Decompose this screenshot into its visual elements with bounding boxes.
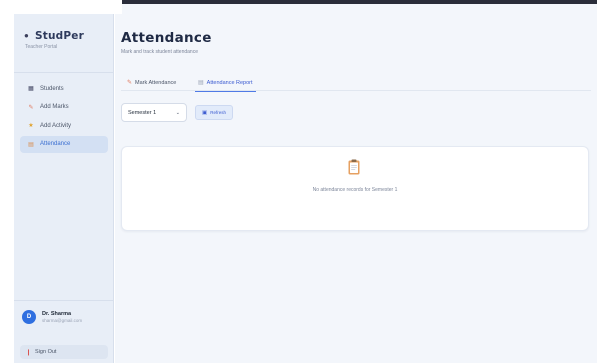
tab-attendance-report[interactable]: ▤ Attendance Report xyxy=(195,76,256,92)
avatar: D xyxy=(22,310,36,324)
sidebar-item-label: Attendance xyxy=(40,141,71,147)
brand-title: StudPer xyxy=(35,30,84,42)
brand-subtitle: Teacher Portal xyxy=(25,44,58,50)
sign-out-label: Sign Out xyxy=(35,349,57,355)
brand[interactable]: ● StudPer Teacher Portal xyxy=(24,30,84,50)
trophy-icon: ★ xyxy=(28,123,34,129)
clipboard-icon: ▤ xyxy=(198,80,204,86)
logout-icon: ❙ xyxy=(26,349,32,356)
sidebar-item-add-activity[interactable]: ★ Add Activity xyxy=(20,117,108,134)
pencil-icon: ✎ xyxy=(28,104,34,111)
graduation-cap-icon: ● xyxy=(24,31,29,40)
tab-bar: ✎ Mark Attendance ▤ Attendance Report xyxy=(121,74,591,92)
divider xyxy=(14,72,114,73)
user-profile[interactable]: D Dr. Sharma sharma@gmail.com xyxy=(22,310,82,324)
sidebar-item-label: Students xyxy=(40,85,64,92)
refresh-button[interactable]: ▣ Refresh xyxy=(195,105,233,120)
semester-select-value: Semester 1 xyxy=(128,109,157,116)
user-email: sharma@gmail.com xyxy=(42,318,83,323)
sidebar-item-add-marks[interactable]: ✎ Add Marks xyxy=(20,99,108,116)
sidebar-item-students[interactable]: ▦ Students xyxy=(20,80,108,97)
semester-select[interactable]: Semester 1 ⌄ xyxy=(121,103,187,122)
divider xyxy=(14,300,114,301)
empty-state-message: No attendance records for Semester 1 xyxy=(312,187,398,193)
chevron-down-icon: ⌄ xyxy=(175,109,180,116)
grid-icon: ▦ xyxy=(28,86,34,92)
refresh-icon: ▣ xyxy=(202,109,208,116)
sidebar-nav: ▦ Students ✎ Add Marks ★ Add Activity ▤ … xyxy=(20,80,108,154)
main-content: Attendance Mark and track student attend… xyxy=(115,14,597,363)
user-name: Dr. Sharma xyxy=(42,311,72,317)
refresh-label: Refresh xyxy=(210,110,226,115)
tab-label: Attendance Report xyxy=(206,79,253,86)
top-strip xyxy=(122,0,597,14)
attendance-report-card: No attendance records for Semester 1 xyxy=(121,146,589,231)
tab-mark-attendance[interactable]: ✎ Mark Attendance xyxy=(127,76,176,89)
sign-out-button[interactable]: ❙ Sign Out xyxy=(20,345,108,359)
report-controls: Semester 1 ⌄ ▣ Refresh xyxy=(121,103,233,122)
sidebar: ● StudPer Teacher Portal ▦ Students ✎ Ad… xyxy=(14,14,114,363)
window-top xyxy=(0,0,597,14)
pencil-icon: ✎ xyxy=(127,80,133,86)
page-title: Attendance xyxy=(121,30,212,46)
clipboard-icon: ▤ xyxy=(28,141,34,148)
sidebar-item-label: Add Activity xyxy=(40,122,72,129)
sidebar-item-attendance[interactable]: ▤ Attendance xyxy=(20,135,108,153)
page-subtitle: Mark and track student attendance xyxy=(121,49,198,55)
clipboard-icon xyxy=(348,159,360,175)
tab-label: Mark Attendance xyxy=(135,79,177,86)
sidebar-item-label: Add Marks xyxy=(40,104,69,110)
